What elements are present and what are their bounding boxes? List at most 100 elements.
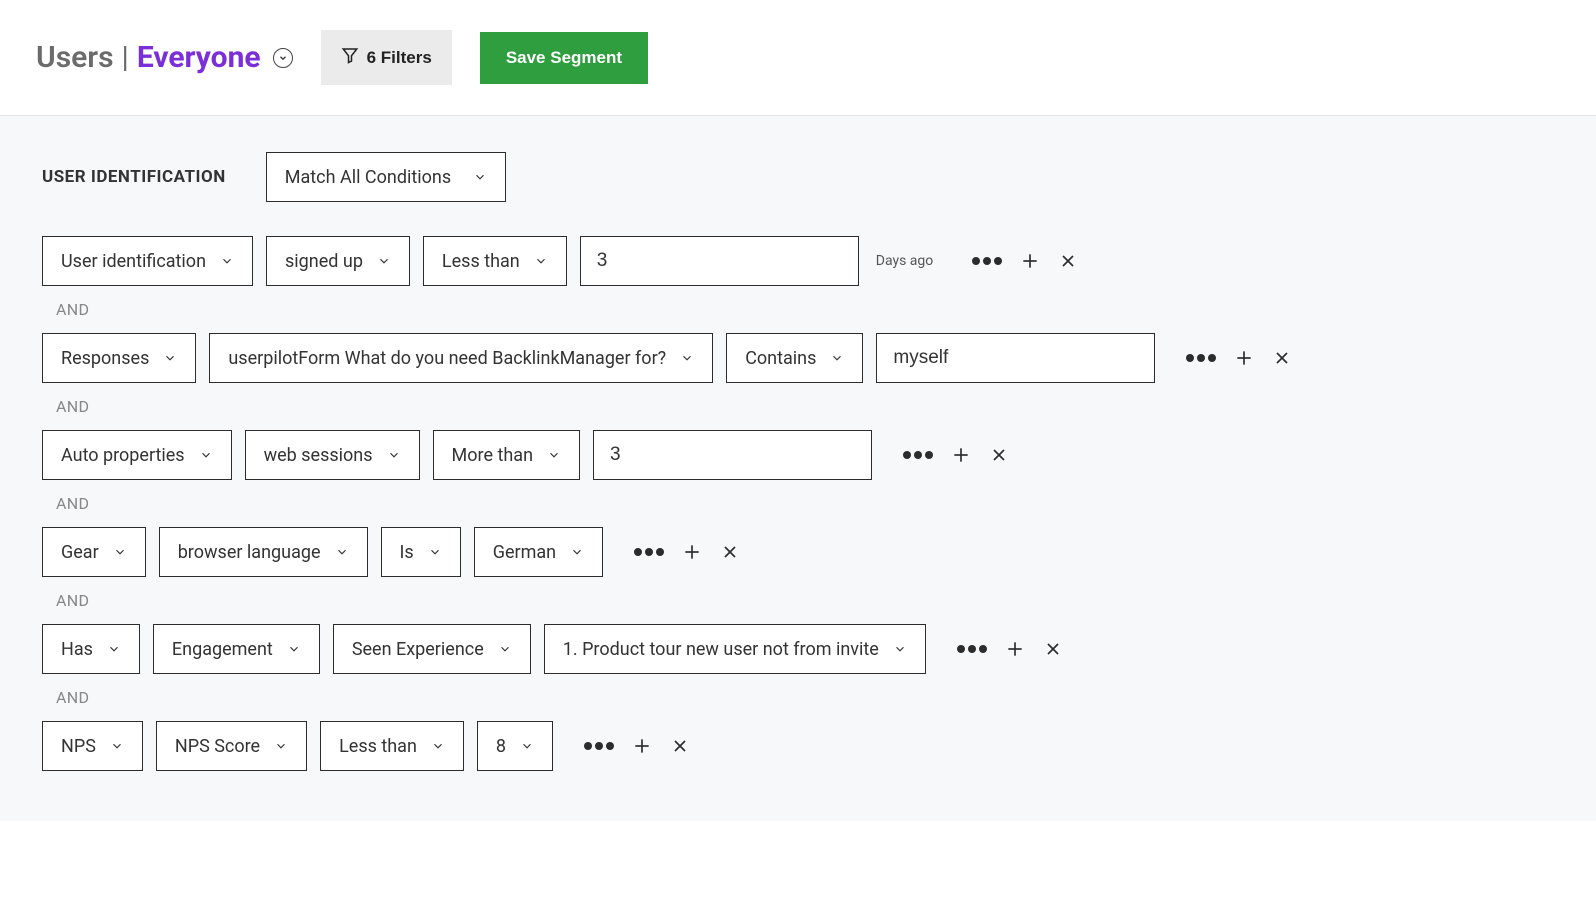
filters-label: 6 Filters (367, 48, 432, 68)
attribute-select[interactable]: Has (42, 624, 140, 674)
row-actions (626, 542, 740, 562)
attribute-select[interactable]: Auto properties (42, 430, 232, 480)
select-value: userpilotForm What do you need BacklinkM… (228, 348, 666, 369)
title-separator: | (122, 40, 129, 75)
add-condition-button[interactable] (682, 542, 702, 562)
select-value: Is (400, 542, 414, 563)
property-select[interactable]: browser language (159, 527, 368, 577)
remove-condition-button[interactable] (1043, 639, 1063, 659)
select-value: Engagement (172, 639, 273, 660)
attribute-select[interactable]: User identification (42, 236, 253, 286)
add-condition-button[interactable] (1005, 639, 1025, 659)
add-condition-button[interactable] (1020, 251, 1040, 271)
select-value: Seen Experience (352, 639, 484, 660)
select-value: User identification (61, 251, 206, 272)
days-ago-label: Days ago (876, 253, 933, 269)
property-select[interactable]: signed up (266, 236, 410, 286)
condition-row: Gear browser language Is German (42, 527, 1554, 577)
more-options-button[interactable] (972, 257, 1002, 265)
save-segment-button[interactable]: Save Segment (480, 32, 648, 84)
row-actions (964, 251, 1078, 271)
chevron-down-icon (107, 642, 121, 656)
condition-row: Auto properties web sessions More than (42, 430, 1554, 480)
select-value: 1. Product tour new user not from invite (563, 639, 879, 660)
form-question-select[interactable]: userpilotForm What do you need BacklinkM… (209, 333, 713, 383)
remove-condition-button[interactable] (1272, 348, 1292, 368)
section-header-row: USER IDENTIFICATION Match All Conditions (42, 152, 1554, 202)
header: Users | Everyone 6 Filters Save Segment (0, 0, 1596, 116)
chevron-down-icon (287, 642, 301, 656)
chevron-down-icon (335, 545, 349, 559)
remove-condition-button[interactable] (1058, 251, 1078, 271)
row-actions (895, 445, 1009, 465)
category-select[interactable]: Engagement (153, 624, 320, 674)
property-select[interactable]: NPS Score (156, 721, 307, 771)
select-value: NPS Score (175, 736, 260, 757)
chevron-down-icon (893, 642, 907, 656)
chevron-down-icon (498, 642, 512, 656)
more-options-button[interactable] (1186, 354, 1216, 362)
chevron-down-icon (220, 254, 234, 268)
value-input[interactable] (580, 236, 859, 286)
select-value: Less than (339, 736, 417, 757)
operator-select[interactable]: Less than (320, 721, 464, 771)
segment-name: Everyone (137, 40, 261, 75)
and-connector: AND (56, 300, 1554, 319)
select-value: Gear (61, 542, 99, 563)
property-select[interactable]: web sessions (245, 430, 420, 480)
filters-button[interactable]: 6 Filters (321, 30, 452, 85)
chevron-down-icon (830, 351, 844, 365)
row-actions (1178, 348, 1292, 368)
remove-condition-button[interactable] (989, 445, 1009, 465)
select-value: Responses (61, 348, 149, 369)
chevron-down-icon (387, 448, 401, 462)
and-connector: AND (56, 494, 1554, 513)
value-input[interactable] (876, 333, 1155, 383)
add-condition-button[interactable] (1234, 348, 1254, 368)
value-select[interactable]: 8 (477, 721, 553, 771)
chevron-down-icon (431, 739, 445, 753)
chevron-down-icon (274, 739, 288, 753)
chevron-down-icon (520, 739, 534, 753)
condition-row: Has Engagement Seen Experience 1. Produc… (42, 624, 1554, 674)
more-options-button[interactable] (957, 645, 987, 653)
select-value: German (493, 542, 556, 563)
attribute-select[interactable]: NPS (42, 721, 143, 771)
chevron-down-icon (534, 254, 548, 268)
operator-select[interactable]: More than (433, 430, 580, 480)
select-value: More than (452, 445, 533, 466)
chevron-down-icon (547, 448, 561, 462)
operator-select[interactable]: Less than (423, 236, 567, 286)
chevron-down-icon (199, 448, 213, 462)
row-actions (576, 736, 690, 756)
select-value: browser language (178, 542, 321, 563)
more-options-button[interactable] (903, 451, 933, 459)
attribute-select[interactable]: Responses (42, 333, 196, 383)
chevron-down-icon (377, 254, 391, 268)
more-options-button[interactable] (634, 548, 664, 556)
add-condition-button[interactable] (951, 445, 971, 465)
remove-condition-button[interactable] (720, 542, 740, 562)
operator-select[interactable]: Seen Experience (333, 624, 531, 674)
more-options-button[interactable] (584, 742, 614, 750)
chevron-down-icon (473, 170, 487, 184)
value-input[interactable] (593, 430, 872, 480)
section-title: USER IDENTIFICATION (42, 167, 226, 187)
title-users: Users (36, 40, 114, 75)
match-mode-value: Match All Conditions (285, 167, 451, 188)
value-select[interactable]: German (474, 527, 603, 577)
match-mode-select[interactable]: Match All Conditions (266, 152, 506, 202)
select-value: signed up (285, 251, 363, 272)
operator-select[interactable]: Is (381, 527, 461, 577)
segment-dropdown-toggle[interactable] (273, 48, 293, 68)
select-value: Contains (745, 348, 816, 369)
and-connector: AND (56, 688, 1554, 707)
operator-select[interactable]: Contains (726, 333, 863, 383)
chevron-down-icon (110, 739, 124, 753)
filter-icon (341, 46, 359, 69)
remove-condition-button[interactable] (670, 736, 690, 756)
attribute-select[interactable]: Gear (42, 527, 146, 577)
select-value: 8 (496, 736, 506, 757)
add-condition-button[interactable] (632, 736, 652, 756)
experience-select[interactable]: 1. Product tour new user not from invite (544, 624, 926, 674)
